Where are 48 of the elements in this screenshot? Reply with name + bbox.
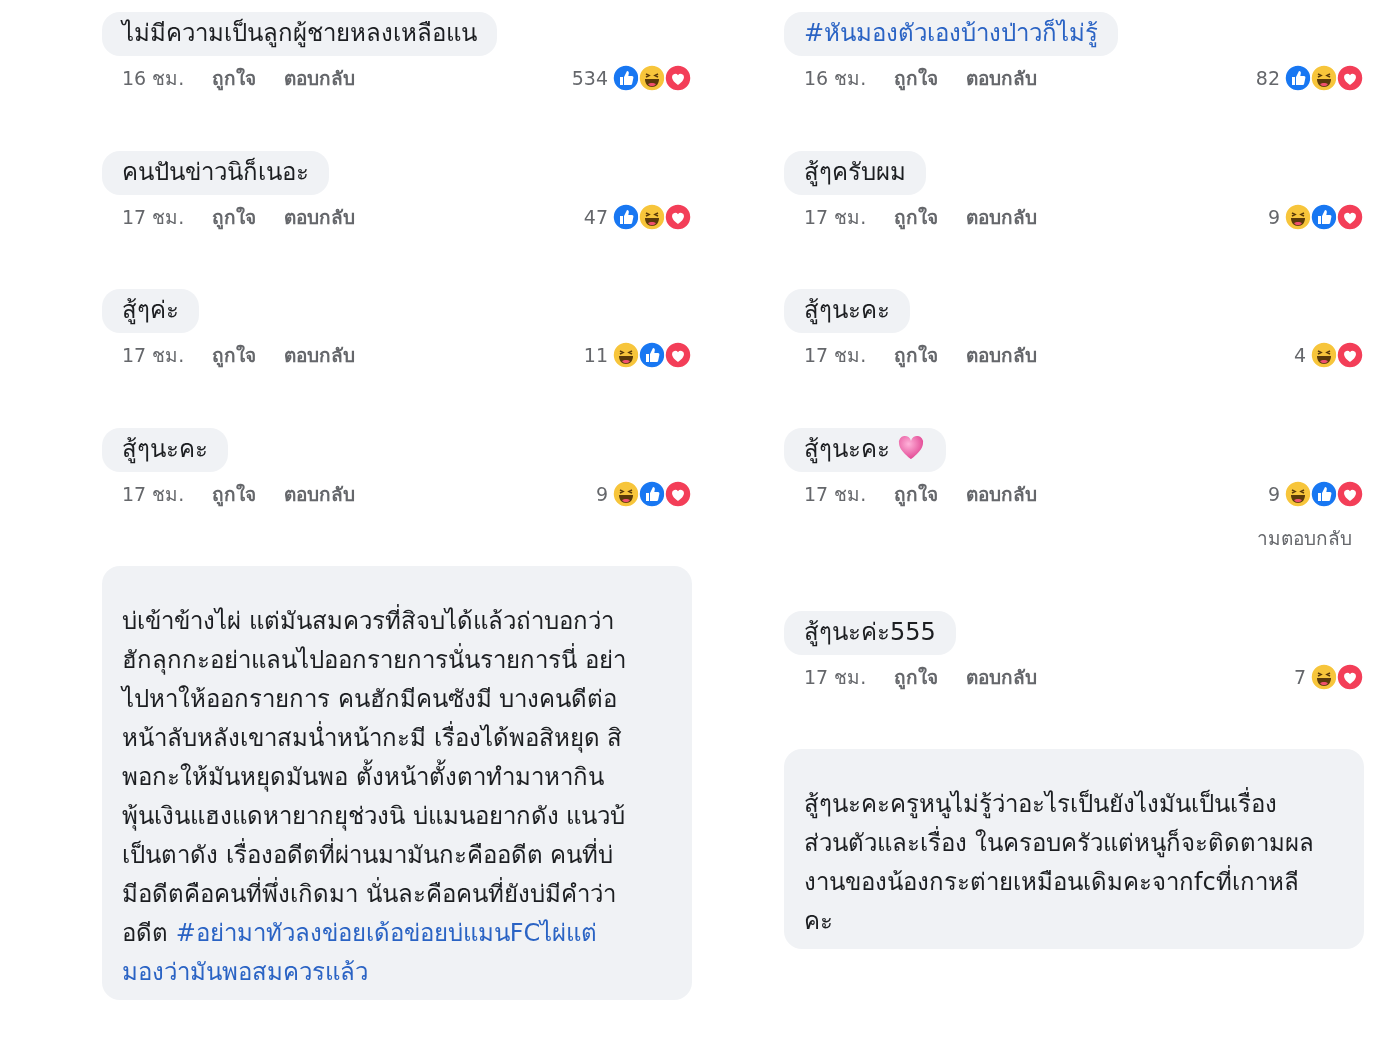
reply-link[interactable]: ตอบกลับ	[966, 64, 1037, 93]
reply-link[interactable]: ตอบกลับ	[966, 202, 1037, 231]
reaction-count: 11	[583, 343, 608, 368]
like-link[interactable]: ถูกใจ	[212, 64, 256, 93]
comment-text: ไม่มีความเป็นลูกผู้ชายหลงเหลือแน	[122, 19, 477, 47]
comment-time: 17 ชม.	[804, 481, 868, 507]
reply-link[interactable]: ตอบกลับ	[966, 479, 1037, 508]
like-link[interactable]: ถูกใจ	[894, 479, 938, 508]
reaction-count: 9	[1267, 481, 1280, 507]
like-link[interactable]: ถูกใจ	[212, 202, 256, 231]
reply-link[interactable]: ตอบกลับ	[966, 662, 1037, 691]
comment-time: 17 ชม.	[122, 343, 186, 368]
comment-text: บ่เข้าข้างไผ่ แต่มันสมควรที่สิจบได้แล้วถ่าบอกว่า ฮักลุกกะอย่าแลนไปออกรายการนั่นรายการนี่ อย่า ไปหาให้ออกรายการ คนฮักมีคนซังมี บางคนดีต่อ หน้าลับหลังเขาสมน่ำหน้ากะมี เรื่องได้พอสิหยุด สิ พอกะให้มันหยุดมันพอ ตั้งหน้าตั้งตาทำมาหากิน พุ้นเงินแฮงแดหายากยุช่วงนิ บ่แมนอยากดัง แนวบ้ เป็นตาดัง เรื่องอดีตที่ผ่านมามันกะคืออดีต คนที่บ่ มีอดีตคือคนที่พึ่งเกิดมา นั่นละคือคนที่ยังบ่มีคำว่า อดีต #อย่ามาทัวลงข่อยเด้อข่อยบ่แมนFCไผ่แต่ มองว่ามันพอสมควรแล้ว	[122, 602, 672, 992]
hashtag-link[interactable]: #หันมองตัวเองบ้างป่าวก็ไม่รู้	[804, 19, 1099, 47]
reaction-count: 82	[1255, 66, 1280, 91]
comment-time: 17 ชม.	[122, 481, 186, 507]
reply-link[interactable]: ตอบกลับ	[284, 64, 355, 93]
comment-text: คนปันข่าวนิก็เนอะ	[122, 157, 309, 186]
like-link[interactable]: ถูกใจ	[894, 341, 938, 370]
reply-link[interactable]: ตอบกลับ	[284, 341, 355, 370]
comment-text: สู้ๆครับผม	[804, 157, 906, 186]
comment-time: 17 ชม.	[122, 204, 186, 230]
reaction-count: 4	[1293, 343, 1306, 368]
like-link[interactable]: ถูกใจ	[894, 64, 938, 93]
comment-time: 17 ชม.	[804, 343, 868, 368]
reaction-count: 9	[595, 481, 608, 507]
comment-text: สู้ๆค่ะ	[122, 296, 179, 324]
view-replies-link[interactable]: ามตอบกลับ	[1257, 527, 1352, 549]
like-link[interactable]: ถูกใจ	[894, 202, 938, 231]
comment-text: สู้ๆนะคะ	[122, 434, 208, 463]
reaction-count: 7	[1293, 664, 1306, 690]
reaction-count: 47	[583, 204, 608, 230]
like-link[interactable]: ถูกใจ	[894, 662, 938, 691]
comment-time: 17 ชม.	[804, 204, 868, 230]
like-link[interactable]: ถูกใจ	[212, 479, 256, 508]
comment-time: 16 ชม.	[804, 66, 868, 91]
comment-text: สู้ๆนะคะ	[804, 296, 890, 324]
reaction-count: 534	[571, 66, 608, 91]
comment-text: สู้ๆนะค่ะ555	[804, 617, 936, 646]
reply-link[interactable]: ตอบกลับ	[966, 341, 1037, 370]
reply-link[interactable]: ตอบกลับ	[284, 202, 355, 231]
reply-link[interactable]: ตอบกลับ	[284, 479, 355, 508]
comment-time: 17 ชม.	[804, 664, 868, 690]
comment-time: 16 ชม.	[122, 66, 186, 91]
reaction-count: 9	[1267, 204, 1280, 230]
like-link[interactable]: ถูกใจ	[212, 341, 256, 370]
comment-text: สู้ๆนะคะ	[804, 434, 890, 463]
comment-text: สู้ๆนะคะครูหนูไม่รู้ว่าอะไรเป็นยังไงมันเป็นเรื่อง ส่วนตัวและเรื่อง ในครอบครัวแต่หนูก็จะติดตามผล งานของน้องกระต่ายเหมือนเดิมคะจากfcที่เกาหลี คะ	[804, 785, 1344, 941]
